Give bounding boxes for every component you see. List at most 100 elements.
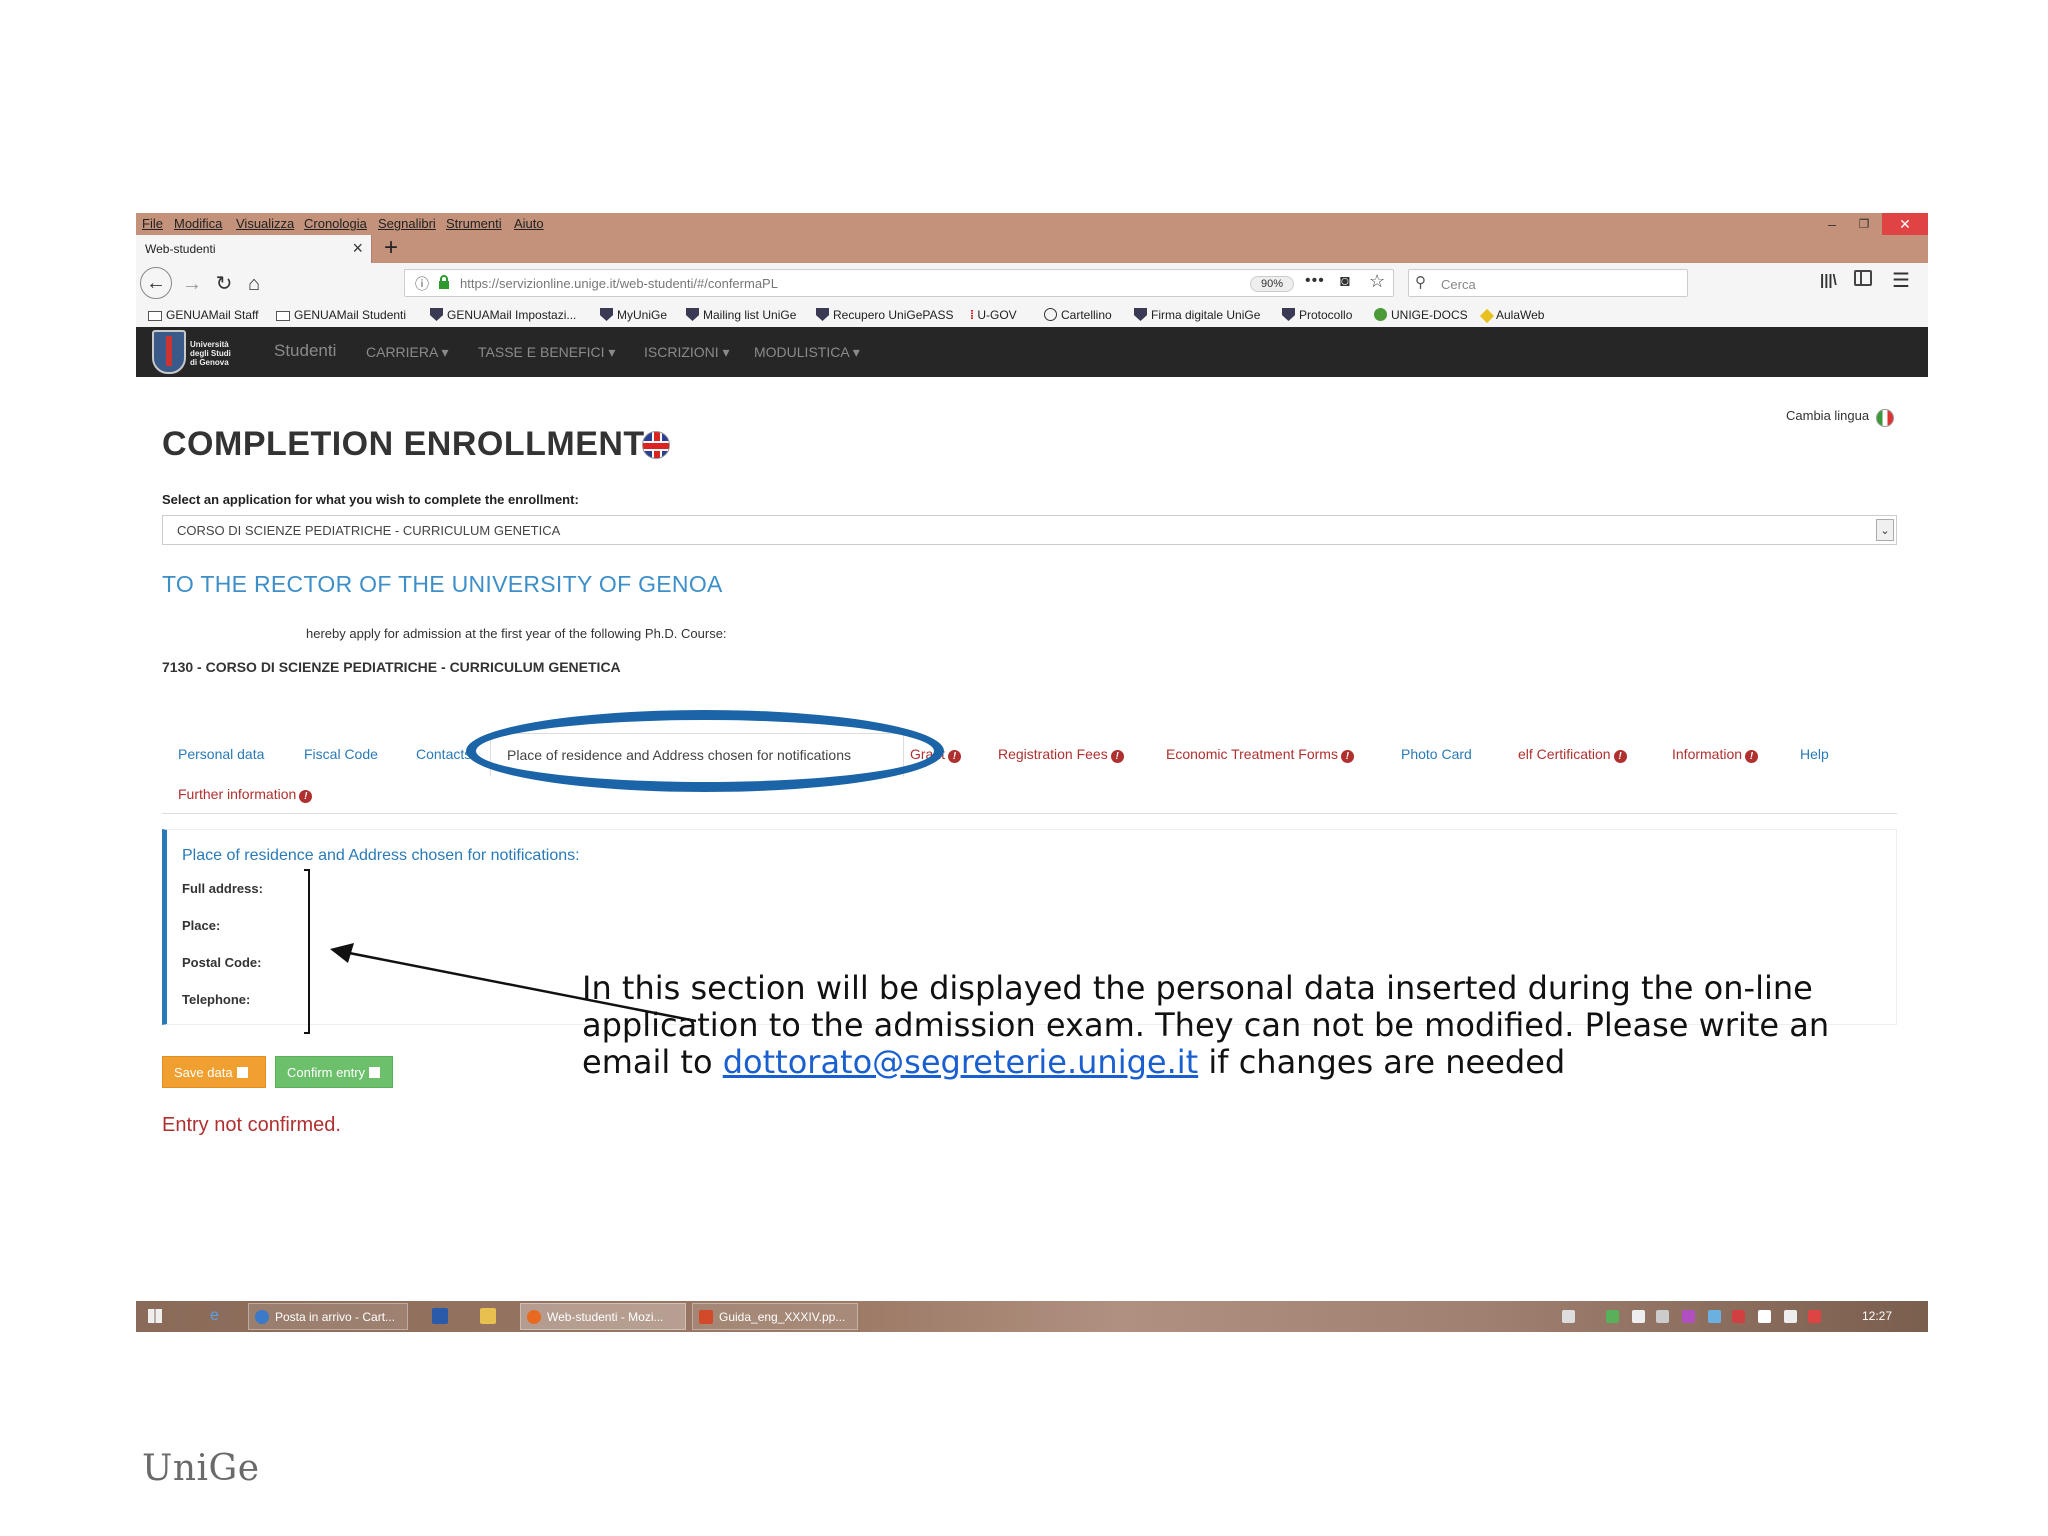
bookmark-u-gov[interactable]: ⁞ U-GOV — [970, 308, 1017, 322]
tab-close-icon[interactable]: × — [352, 238, 363, 259]
application-select-value: CORSO DI SCIENZE PEDIATRICHE - CURRICULU… — [177, 523, 561, 538]
taskbar-powerpoint[interactable]: Guida_eng_XXXIV.pp... — [692, 1303, 858, 1330]
more-actions-icon[interactable]: ••• — [1305, 272, 1325, 290]
menu-visualizza[interactable]: Visualizza — [236, 216, 294, 231]
search-placeholder: Cerca — [1441, 277, 1476, 292]
italian-flag-icon[interactable] — [1876, 409, 1894, 427]
zoom-indicator[interactable]: 90% — [1250, 276, 1295, 292]
internet-explorer-icon[interactable]: e — [210, 1308, 226, 1324]
menu-segnalibri[interactable]: Segnalibri — [378, 216, 436, 231]
tray-icon-4[interactable] — [1708, 1310, 1721, 1323]
taskbar-label: Web-studenti - Mozi... — [547, 1310, 664, 1324]
menu-file[interactable]: File — [142, 216, 163, 231]
postal-code-label: Postal Code: — [182, 955, 262, 970]
restore-icon[interactable]: ❐ — [1852, 213, 1876, 235]
close-icon[interactable]: ✕ — [1882, 213, 1928, 235]
browser-tabstrip: Web-studenti × + — [136, 235, 1928, 263]
taskbar-outlook[interactable]: Posta in arrivo - Cart... — [248, 1303, 408, 1330]
keyboard-icon[interactable] — [1562, 1310, 1575, 1323]
menu-modifica[interactable]: Modifica — [174, 216, 222, 231]
tab-registration-fees[interactable]: Registration Fees! — [998, 746, 1124, 763]
new-tab-icon[interactable]: + — [384, 235, 398, 261]
bookmark-genuamail-impostazioni[interactable]: GENUAMail Impostazi... — [430, 308, 576, 322]
wifi-icon[interactable] — [1656, 1310, 1669, 1323]
search-input[interactable]: ⚲ Cerca — [1408, 269, 1688, 297]
sidebar-icon[interactable] — [1854, 270, 1872, 286]
windows-start-icon[interactable] — [148, 1309, 162, 1323]
tab-photo-card[interactable]: Photo Card — [1401, 746, 1472, 762]
tab-economic-treatment-forms[interactable]: Economic Treatment Forms! — [1166, 746, 1354, 763]
bookmark-myunige[interactable]: MyUniGe — [600, 308, 667, 322]
nav-carriera[interactable]: CARRIERA ▾ — [366, 344, 449, 361]
minimize-icon[interactable]: – — [1820, 213, 1844, 235]
taskbar-firefox[interactable]: Web-studenti - Mozi... — [520, 1303, 686, 1330]
file-explorer-icon[interactable] — [480, 1308, 496, 1324]
pocket-icon[interactable]: ◙ — [1340, 273, 1350, 291]
alert-icon: ! — [1613, 750, 1627, 763]
reload-icon[interactable]: ↻ — [210, 270, 238, 298]
bookmark-cartellino[interactable]: Cartellino — [1044, 308, 1112, 322]
library-icon[interactable]: |||\ — [1820, 272, 1837, 289]
flag-icon[interactable] — [1758, 1310, 1771, 1323]
menu-aiuto[interactable]: Aiuto — [514, 216, 544, 231]
save-data-button[interactable]: Save data — [162, 1056, 266, 1088]
nav-modulistica[interactable]: MODULISTICA ▾ — [754, 344, 860, 361]
volume-icon[interactable] — [1808, 1310, 1821, 1323]
application-select[interactable]: CORSO DI SCIENZE PEDIATRICHE - CURRICULU… — [162, 515, 1897, 545]
email-link[interactable]: dottorato@segreterie.unige.it — [723, 1043, 1198, 1081]
menu-cronologia[interactable]: Cronologia — [304, 216, 367, 231]
bookmark-star-icon[interactable]: ☆ — [1369, 271, 1385, 292]
tab-fiscal-code[interactable]: Fiscal Code — [304, 746, 378, 762]
place-label: Place: — [182, 918, 221, 933]
address-bar[interactable]: ⓘ https://servizionline.unige.it/web-stu… — [404, 269, 1394, 297]
bookmark-genuamail-studenti[interactable]: GENUAMail Studenti — [276, 308, 406, 322]
search-icon: ⚲ — [1415, 274, 1426, 291]
annotation-bracket — [304, 869, 310, 1034]
network-icon[interactable] — [1784, 1310, 1797, 1323]
tray-icon-1[interactable] — [1606, 1310, 1619, 1323]
shield-icon — [816, 308, 829, 321]
shield-icon — [600, 308, 613, 321]
change-language-link[interactable]: Cambia lingua — [1786, 408, 1869, 423]
tray-icon-3[interactable] — [1682, 1310, 1695, 1323]
nav-iscrizioni[interactable]: ISCRIZIONI ▾ — [644, 344, 730, 361]
tab-help[interactable]: Help — [1800, 746, 1829, 762]
logo-text: Università degli Studi di Genova — [190, 340, 231, 367]
home-icon[interactable]: ⌂ — [240, 270, 268, 298]
word-icon[interactable] — [432, 1308, 448, 1324]
unige-footer-logo: UniGe — [142, 1448, 260, 1489]
tab-information[interactable]: Information! — [1672, 746, 1759, 763]
info-icon[interactable]: ⓘ — [415, 274, 429, 294]
bookmark-label: AulaWeb — [1496, 308, 1545, 322]
forward-arrow-icon[interactable]: → — [178, 270, 206, 298]
tab-further-information[interactable]: Further information! — [178, 786, 313, 803]
tab-contacts[interactable]: Contacts — [416, 746, 471, 762]
chevron-down-icon[interactable]: ⌄ — [1876, 519, 1894, 541]
bookmark-protocollo[interactable]: Protocollo — [1282, 308, 1352, 322]
tab-personal-data[interactable]: Personal data — [178, 746, 264, 762]
bookmark-unige-docs[interactable]: UNIGE-DOCS — [1374, 308, 1468, 322]
bookmark-recupero-unigepass[interactable]: Recupero UniGePASS — [816, 308, 954, 322]
highlight-ellipse — [466, 710, 944, 792]
annotation-tail: if changes are needed — [1198, 1043, 1566, 1081]
nav-studenti[interactable]: Studenti — [274, 341, 336, 361]
annotation-text: In this section will be displayed the pe… — [582, 970, 1842, 1081]
tray-icon-5[interactable] — [1732, 1310, 1745, 1323]
tab-self-certification[interactable]: elf Certification! — [1518, 746, 1627, 763]
tray-icon-2[interactable] — [1632, 1310, 1645, 1323]
browser-tab[interactable]: Web-studenti × — [136, 235, 372, 263]
unige-logo[interactable]: Università degli Studi di Genova — [152, 330, 248, 374]
nav-tasse-benefici[interactable]: TASSE E BENEFICI ▾ — [478, 344, 615, 361]
full-address-label: Full address: — [182, 881, 263, 896]
back-arrow-icon[interactable]: ← — [140, 267, 172, 299]
bookmark-mailing-list[interactable]: Mailing list UniGe — [686, 308, 796, 322]
browser-navbar: ← → ↻ ⌂ ⓘ https://servizionline.unige.it… — [136, 263, 1928, 303]
bookmark-aulaweb[interactable]: AulaWeb — [1479, 308, 1545, 324]
menu-strumenti[interactable]: Strumenti — [446, 216, 502, 231]
taskbar-clock[interactable]: 12:27 — [1862, 1309, 1892, 1323]
alert-icon: ! — [1340, 750, 1354, 763]
shield-icon — [1134, 308, 1147, 321]
bookmark-firma-digitale[interactable]: Firma digitale UniGe — [1134, 308, 1260, 322]
bookmark-genuamail-staff[interactable]: GENUAMail Staff — [148, 308, 258, 322]
menu-hamburger-icon[interactable]: ☰ — [1892, 268, 1910, 293]
